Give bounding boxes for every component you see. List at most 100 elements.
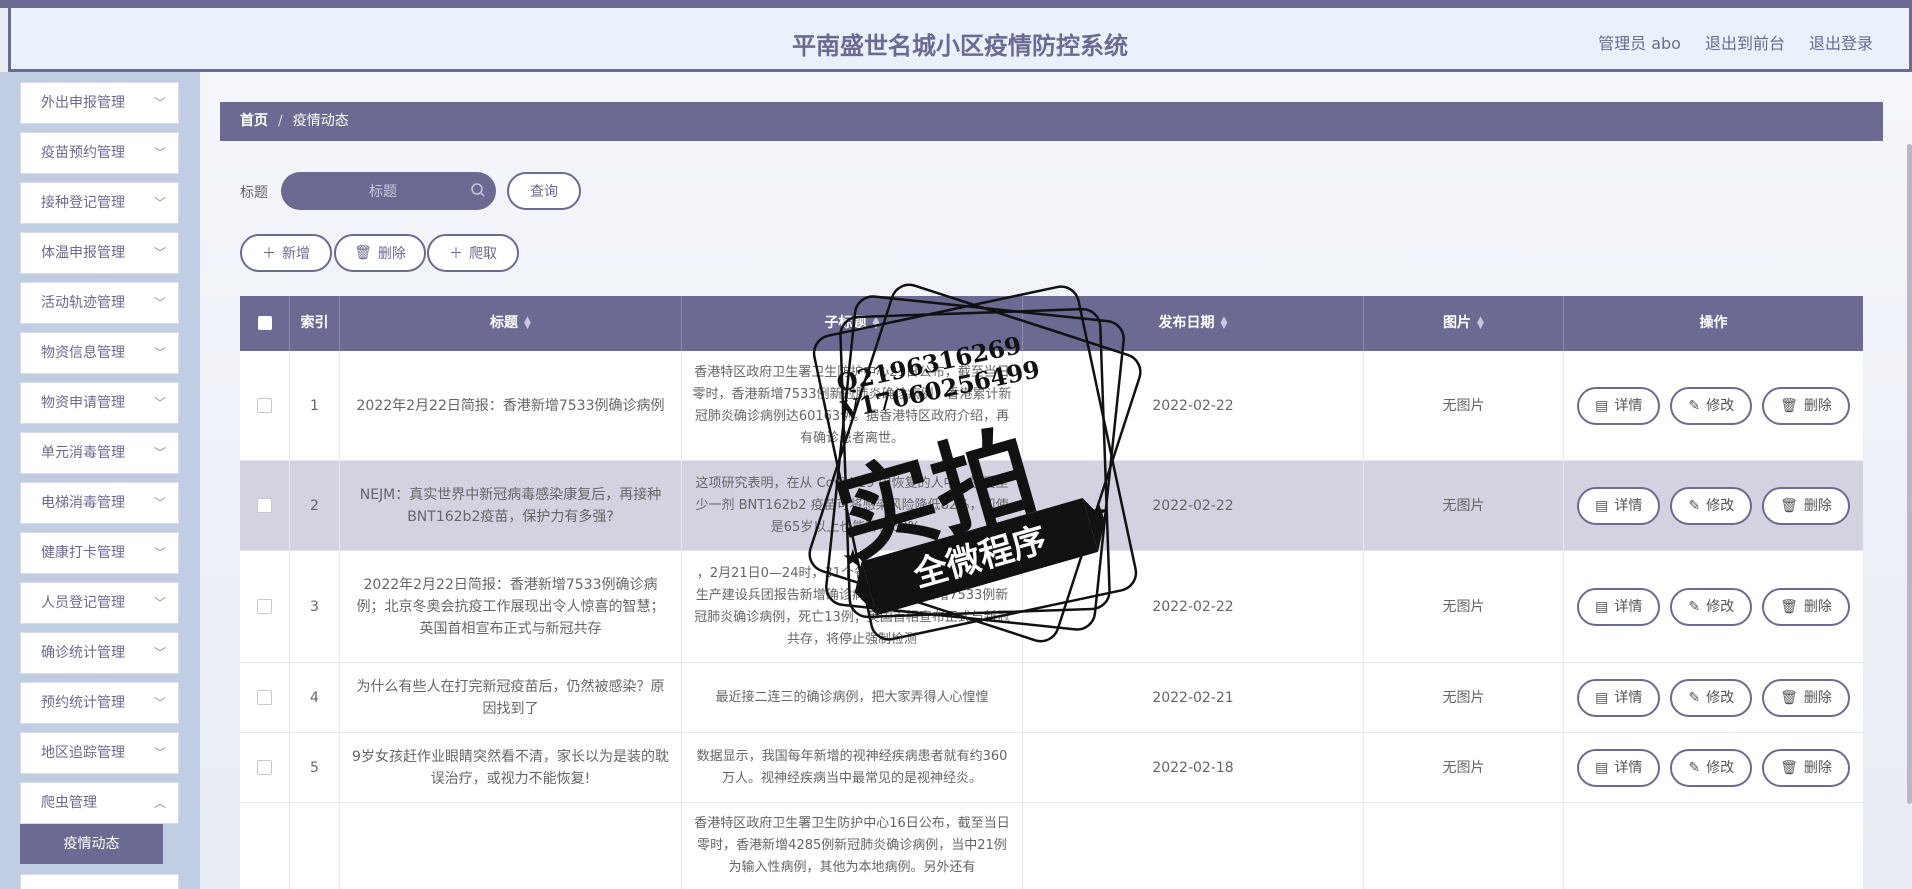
header-select-all-cell — [240, 296, 290, 351]
row-index: 2 — [290, 461, 340, 550]
edit-label: 修改 — [1706, 759, 1735, 776]
row-checkbox[interactable] — [257, 760, 272, 775]
detail-button[interactable]: ▤ 详情 — [1577, 386, 1661, 425]
sidebar-item-confirmed-stats[interactable]: 确诊统计管理 ﹀ — [20, 632, 179, 674]
delete-button[interactable]: 🗑 删除 — [1762, 587, 1850, 626]
breadcrumb-separator: / — [278, 113, 283, 129]
row-image — [1364, 803, 1564, 889]
chevron-down-icon: ﹀ — [153, 346, 166, 360]
sidebar-item-health-checkin[interactable]: 健康打卡管理 ﹀ — [20, 532, 179, 574]
batch-delete-button[interactable]: 🗑 删除 — [334, 234, 426, 272]
chevron-down-icon: ﹀ — [153, 646, 166, 660]
sidebar-item-label: 疫苗预约管理 — [41, 145, 125, 161]
detail-button[interactable]: ▤ 详情 — [1577, 678, 1661, 717]
sidebar-item-vaccination-register[interactable]: 接种登记管理 ﹀ — [20, 182, 179, 224]
row-checkbox[interactable] — [257, 498, 272, 513]
row-index: 4 — [290, 663, 340, 732]
sidebar-item-elevator-disinfection[interactable]: 电梯消毒管理 ﹀ — [20, 482, 179, 524]
sidebar-item-crawler[interactable]: 爬虫管理 ︿ — [20, 782, 179, 824]
admin-user-label[interactable]: 管理员 abo — [1598, 30, 1681, 54]
table-row[interactable]: 4 为什么有些人在打完新冠疫苗后，仍然被感染？原因找到了 最近接二连三的确诊病例… — [240, 663, 1863, 733]
delete-button[interactable]: 🗑 删除 — [1762, 486, 1850, 525]
detail-button[interactable]: ▤ 详情 — [1577, 748, 1661, 787]
logout-link[interactable]: 退出登录 — [1809, 30, 1873, 54]
sidebar-item-label: 物资申请管理 — [41, 395, 125, 411]
scrollbar[interactable] — [1907, 144, 1912, 804]
table-row[interactable]: 香港特区政府卫生署卫生防护中心16日公布，截至当日零时，香港新增4285例新冠肺… — [240, 803, 1863, 889]
header-image[interactable]: 图片 ▲ ▼ — [1364, 296, 1564, 351]
row-checkbox[interactable] — [257, 599, 272, 614]
edit-button[interactable]: ✎ 修改 — [1670, 678, 1753, 717]
crawl-button[interactable]: ＋ 爬取 — [427, 234, 519, 272]
sort-icon: ▲ ▼ — [1220, 315, 1228, 331]
edit-label: 修改 — [1706, 689, 1735, 706]
sidebar-item-partial[interactable] — [20, 874, 179, 889]
detail-label: 详情 — [1614, 689, 1643, 706]
row-date: 2022-02-18 — [1023, 733, 1364, 802]
breadcrumb-home[interactable]: 首页 — [240, 113, 268, 129]
row-checkbox[interactable] — [257, 690, 272, 705]
sidebar-item-unit-disinfection[interactable]: 单元消毒管理 ﹀ — [20, 432, 179, 474]
sidebar-item-supplies-info[interactable]: 物资信息管理 ﹀ — [20, 332, 179, 374]
sidebar-item-temperature[interactable]: 体温申报管理 ﹀ — [20, 232, 179, 274]
row-ops: ▤ 详情 ✎ 修改 🗑 删除 — [1564, 461, 1863, 550]
chevron-down-icon: ﹀ — [153, 696, 166, 710]
sidebar-item-trajectory[interactable]: 活动轨迹管理 ﹀ — [20, 282, 179, 324]
delete-label: 删除 — [1803, 598, 1832, 615]
sidebar-item-outing-report[interactable]: 外出申报管理 ﹀ — [20, 82, 179, 124]
query-button-label: 查询 — [530, 184, 558, 200]
search-field[interactable] — [281, 172, 496, 212]
sidebar-item-person-register[interactable]: 人员登记管理 ﹀ — [20, 582, 179, 624]
document-icon: ▤ — [1595, 497, 1609, 514]
header-subtitle[interactable]: 子标题 ▲ ▼ — [682, 296, 1023, 351]
detail-button[interactable]: ▤ 详情 — [1577, 486, 1661, 525]
row-ops: ▤ 详情 ✎ 修改 🗑 删除 — [1564, 663, 1863, 732]
delete-button[interactable]: 🗑 删除 — [1762, 748, 1850, 787]
trash-icon: 🗑 — [354, 245, 372, 261]
row-ops — [1564, 803, 1863, 889]
edit-button[interactable]: ✎ 修改 — [1670, 587, 1753, 626]
table-row[interactable]: 5 9岁女孩赶作业眼睛突然看不清，家长以为是装的耽误治疗，或视力不能恢复! 数据… — [240, 733, 1863, 803]
table-row[interactable]: 1 2022年2月22日简报：香港新增7533例确诊病例 香港特区政府卫生署卫生… — [240, 351, 1863, 461]
detail-label: 详情 — [1614, 397, 1643, 414]
sidebar-item-supplies-request[interactable]: 物资申请管理 ﹀ — [20, 382, 179, 424]
row-subtitle: 最近接二连三的确诊病例，把大家弄得人心惶惶 — [682, 663, 1023, 732]
sidebar-subitem-epidemic-news[interactable]: 疫情动态 — [20, 824, 163, 864]
header-title[interactable]: 标题 ▲ ▼ — [340, 296, 682, 351]
row-subtitle: ，2月21日0—24时，31个省(自治区、直辖市)和新疆生产建设兵团报告新增确诊… — [682, 551, 1023, 662]
header-links: 管理员 abo 退出到前台 退出登录 — [1598, 30, 1873, 54]
document-icon: ▤ — [1595, 689, 1609, 706]
sidebar-item-label: 健康打卡管理 — [41, 545, 125, 561]
detail-label: 详情 — [1614, 598, 1643, 615]
sidebar: 外出申报管理 ﹀ 疫苗预约管理 ﹀ 接种登记管理 ﹀ 体温申报管理 ﹀ 活动轨迹管理 ﹀ … — [0, 72, 200, 889]
row-image: 无图片 — [1364, 351, 1564, 460]
delete-label: 删除 — [1803, 497, 1832, 514]
delete-button[interactable]: 🗑 删除 — [1762, 678, 1850, 717]
header-date[interactable]: 发布日期 ▲ ▼ — [1023, 296, 1364, 351]
chevron-down-icon: ﹀ — [153, 196, 166, 210]
table-row[interactable]: 2 NEJM：真实世界中新冠病毒感染康复后，再接种BNT162b2疫苗，保护力有… — [240, 461, 1863, 551]
back-to-front-link[interactable]: 退出到前台 — [1705, 30, 1785, 54]
row-checkbox[interactable] — [257, 398, 272, 413]
row-ops: ▤ 详情 ✎ 修改 🗑 删除 — [1564, 551, 1863, 662]
sidebar-item-vaccine-booking[interactable]: 疫苗预约管理 ﹀ — [20, 132, 179, 174]
sidebar-item-region-tracking[interactable]: 地区追踪管理 ﹀ — [20, 732, 179, 774]
edit-button[interactable]: ✎ 修改 — [1670, 386, 1753, 425]
header-image-label: 图片 — [1443, 315, 1472, 331]
plus-icon: ＋ — [449, 246, 463, 262]
search-input[interactable] — [281, 172, 485, 212]
row-date: 2022-02-22 — [1023, 461, 1364, 550]
query-button[interactable]: 查询 — [507, 172, 581, 210]
add-button[interactable]: ＋ 新增 — [240, 234, 332, 272]
table-row[interactable]: 3 2022年2月22日简报：香港新增7533例确诊病例；北京冬奥会抗疫工作展现… — [240, 551, 1863, 663]
detail-button[interactable]: ▤ 详情 — [1577, 587, 1661, 626]
edit-button[interactable]: ✎ 修改 — [1670, 486, 1753, 525]
edit-label: 修改 — [1706, 598, 1735, 615]
edit-button[interactable]: ✎ 修改 — [1670, 748, 1753, 787]
document-icon: ▤ — [1595, 598, 1609, 615]
row-subtitle: 香港特区政府卫生署卫生防护中心16日公布，截至当日零时，香港新增4285例新冠肺… — [682, 803, 1023, 889]
sidebar-item-booking-stats[interactable]: 预约统计管理 ﹀ — [20, 682, 179, 724]
sidebar-item-label: 爬虫管理 — [41, 795, 97, 811]
select-all-checkbox[interactable] — [257, 316, 272, 330]
delete-button[interactable]: 🗑 删除 — [1762, 386, 1850, 425]
